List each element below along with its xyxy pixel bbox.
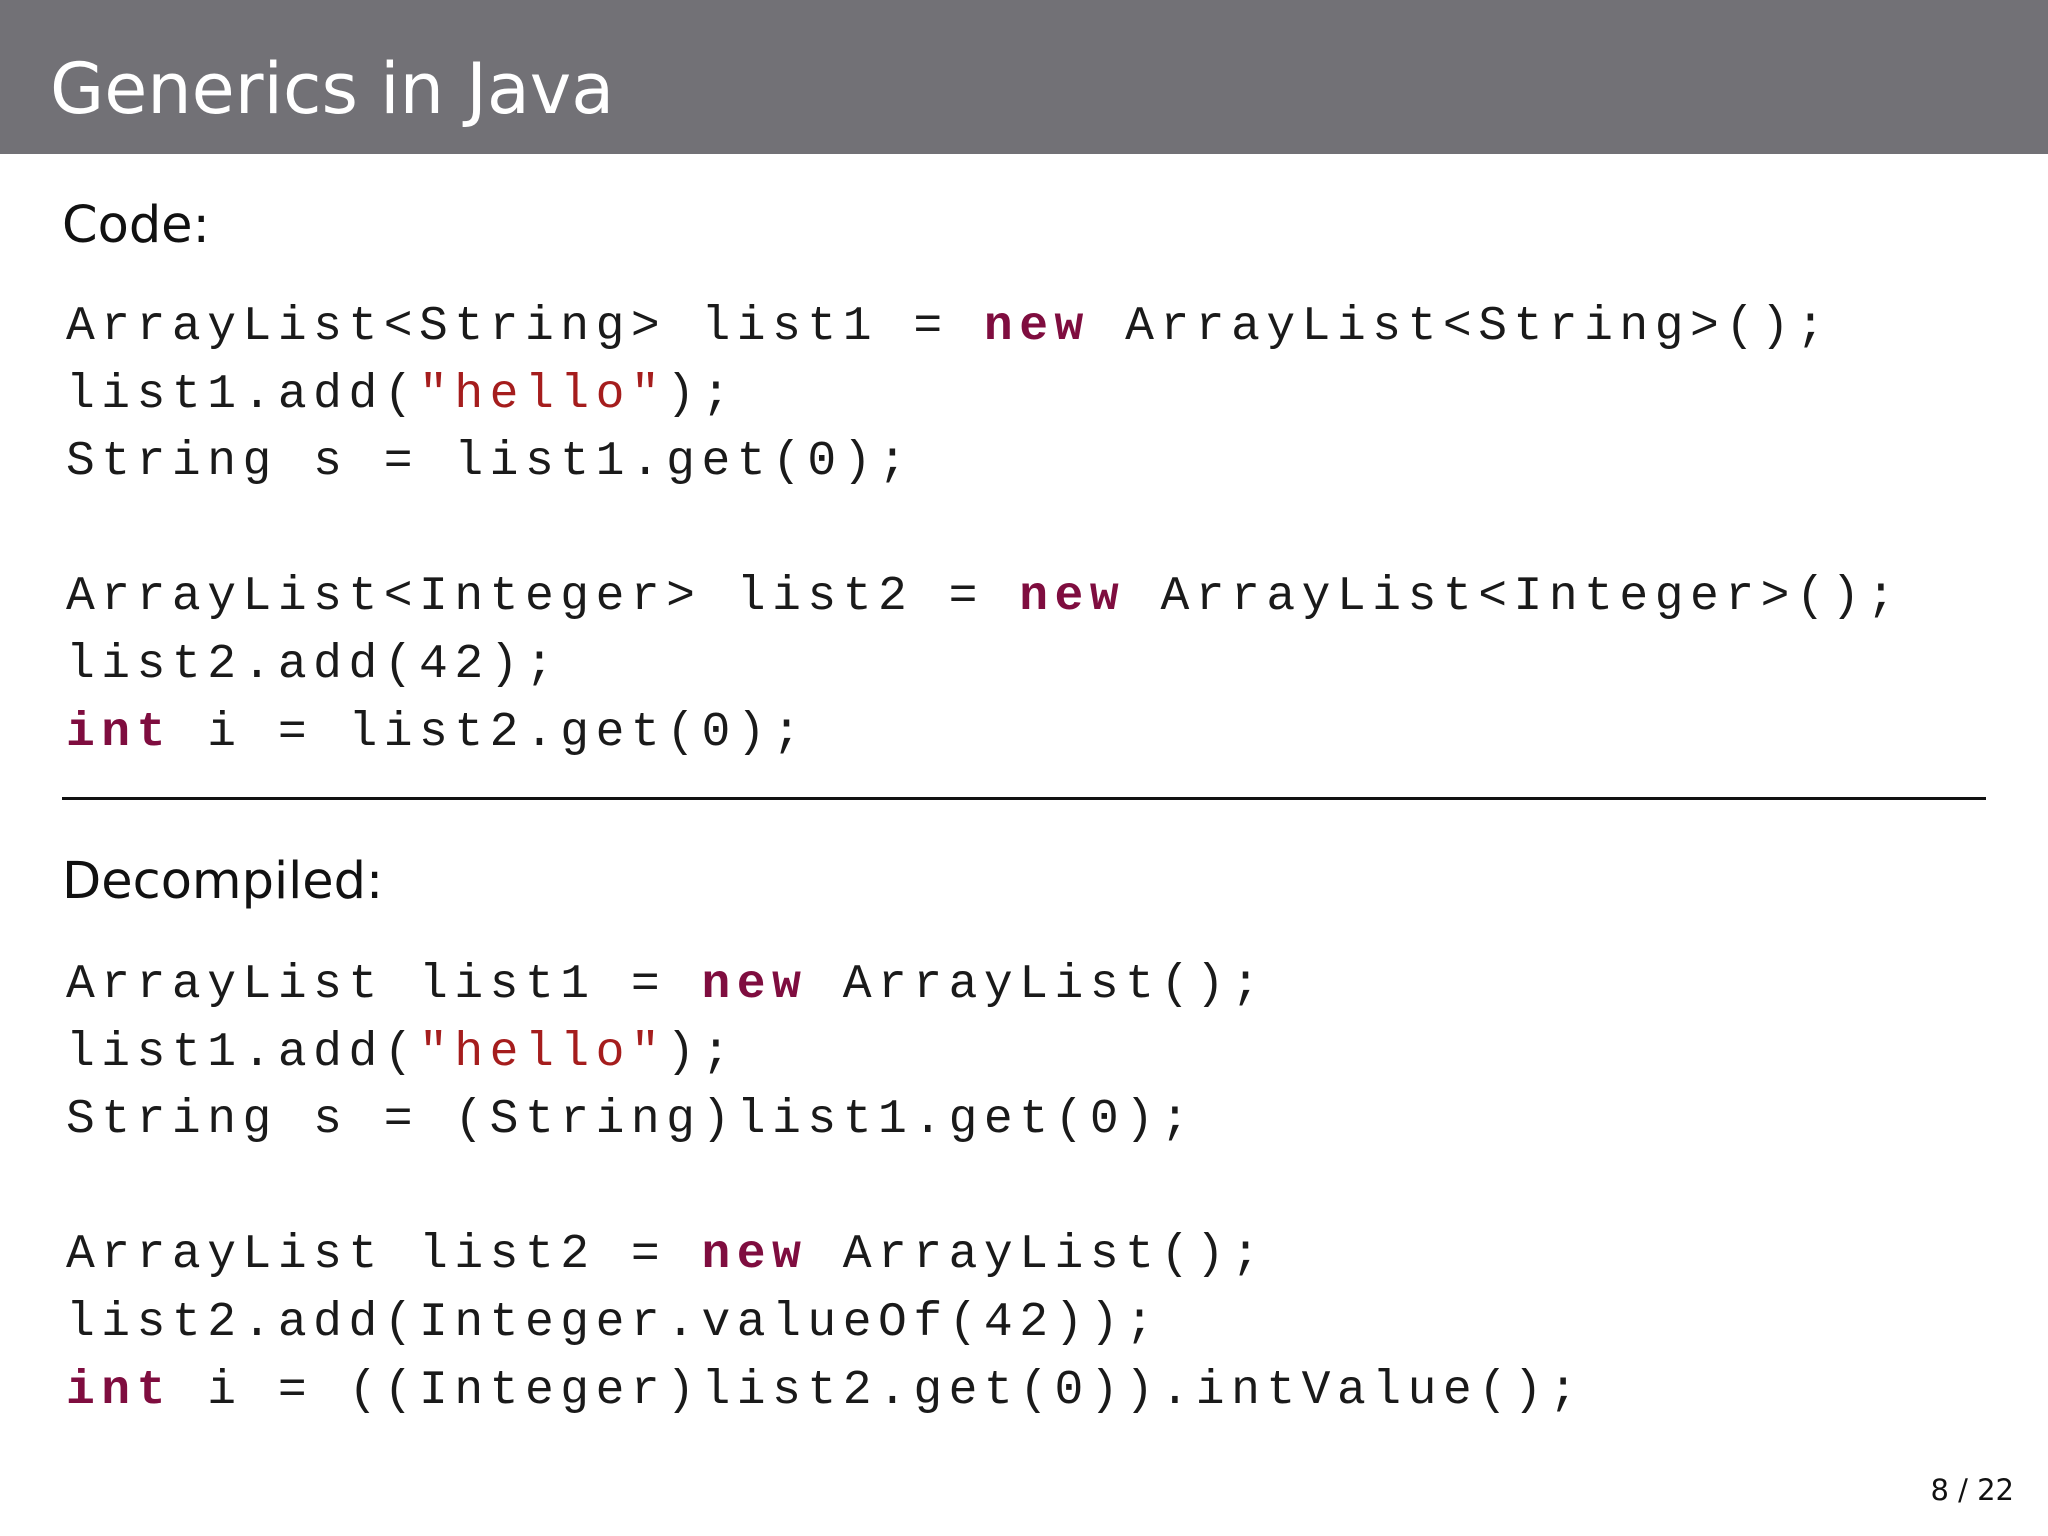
code-keyword: new xyxy=(701,958,808,1012)
code-line: String s = (String)list1.get(0); xyxy=(66,1087,1584,1155)
code-text: ); xyxy=(666,1025,737,1080)
original-code-block: ArrayList<String> list1 = new ArrayList<… xyxy=(66,294,1902,767)
code-text: list1.add( xyxy=(66,367,420,422)
code-text: ArrayList list1 = xyxy=(66,958,702,1012)
code-text: list2.add(42); xyxy=(66,637,561,692)
blank-code-line xyxy=(66,497,1902,565)
code-text: String s = list1.get(0); xyxy=(66,435,914,490)
code-keyword: int xyxy=(66,705,172,760)
code-string-literal: "hello" xyxy=(419,1025,667,1080)
code-line: list2.add(Integer.valueOf(42)); xyxy=(66,1290,1584,1358)
code-section-heading: Code: xyxy=(62,196,210,255)
code-text: ); xyxy=(666,367,737,422)
decompiled-section-heading: Decompiled: xyxy=(62,852,384,911)
code-line: ArrayList<String> list1 = new ArrayList<… xyxy=(66,294,1902,362)
code-text: ArrayList<Integer>(); xyxy=(1125,570,1902,625)
decompiled-code-block: ArrayList list1 = new ArrayList(); list1.… xyxy=(66,952,1584,1425)
code-keyword: new xyxy=(1019,570,1126,625)
code-text: ArrayList<Integer> list2 = xyxy=(66,570,1020,625)
code-text: String s = (String)list1.get(0); xyxy=(66,1093,1196,1148)
code-text: ArrayList<String>(); xyxy=(1089,300,1832,354)
code-text: i = ((Integer)list2.get(0)).intValue(); xyxy=(171,1363,1585,1418)
code-text: list1.add( xyxy=(66,1025,420,1080)
code-text: ArrayList(); xyxy=(807,1228,1267,1283)
code-keyword: new xyxy=(983,300,1090,354)
code-text: ArrayList list2 = xyxy=(66,1228,702,1283)
code-line: int i = ((Integer)list2.get(0)).intValue… xyxy=(66,1358,1584,1426)
code-text: ArrayList(); xyxy=(807,958,1267,1012)
page-counter: 8 / 22 xyxy=(1930,1473,2014,1507)
code-text: list2.add(Integer.valueOf(42)); xyxy=(66,1295,1161,1350)
slide-title: Generics in Java xyxy=(50,48,615,130)
code-text: ArrayList<String> list1 = xyxy=(66,300,984,354)
blank-code-line xyxy=(66,1155,1584,1223)
code-text: i = list2.get(0); xyxy=(171,705,808,760)
code-line: list1.add("hello"); xyxy=(66,362,1902,430)
code-line: ArrayList list1 = new ArrayList(); xyxy=(66,952,1584,1020)
code-line: int i = list2.get(0); xyxy=(66,700,1902,768)
code-line: ArrayList list2 = new ArrayList(); xyxy=(66,1222,1584,1290)
code-line: String s = list1.get(0); xyxy=(66,429,1902,497)
code-keyword: int xyxy=(66,1363,172,1418)
code-line: list2.add(42); xyxy=(66,632,1902,700)
code-keyword: new xyxy=(701,1228,808,1283)
slide-header: Generics in Java xyxy=(0,0,2048,154)
code-line: ArrayList<Integer> list2 = new ArrayList… xyxy=(66,564,1902,632)
code-line: list1.add("hello"); xyxy=(66,1020,1584,1088)
section-divider xyxy=(62,797,1986,800)
code-string-literal: "hello" xyxy=(419,367,667,422)
